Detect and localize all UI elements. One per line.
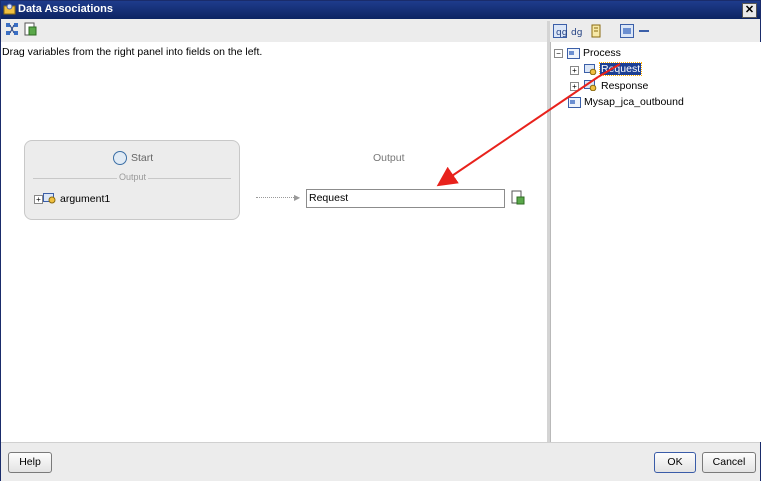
tree-item-process[interactable]: Process bbox=[583, 47, 621, 59]
expression-icon[interactable] bbox=[23, 22, 37, 36]
svg-text:dg: dg bbox=[571, 28, 582, 38]
tree-item-response[interactable]: Response bbox=[601, 80, 648, 92]
data-associations-dialog: Data Associations ✕ qg dg Drag variables… bbox=[0, 0, 761, 481]
variable-icon bbox=[584, 64, 597, 75]
expand-icon[interactable]: + bbox=[34, 195, 43, 204]
title-bar: Data Associations ✕ bbox=[1, 1, 760, 19]
output-field[interactable]: Request bbox=[306, 189, 505, 208]
connector-line bbox=[256, 197, 296, 199]
ok-button[interactable]: OK bbox=[654, 452, 696, 473]
start-icon bbox=[113, 151, 127, 165]
collapse-process-icon[interactable]: − bbox=[554, 49, 563, 58]
layout-toggle-icon[interactable] bbox=[620, 24, 634, 38]
process-icon bbox=[567, 48, 580, 59]
expression-builder-icon[interactable] bbox=[511, 190, 525, 205]
app-icon bbox=[3, 3, 16, 15]
variables-view-icon[interactable]: qg bbox=[553, 24, 567, 38]
expand-response-icon[interactable]: + bbox=[570, 82, 579, 91]
drag-hint: Drag variables from the right panel into… bbox=[2, 46, 263, 58]
output-heading: Output bbox=[373, 152, 405, 164]
source-panel: − Process + Request + Response Mysap_jca… bbox=[550, 42, 761, 442]
variable-icon bbox=[43, 193, 56, 204]
tree-item-request[interactable]: Request bbox=[598, 62, 643, 76]
window-title: Data Associations bbox=[18, 3, 113, 15]
start-label: Start bbox=[131, 152, 154, 164]
partner-link-icon bbox=[568, 97, 581, 108]
target-panel: Drag variables from the right panel into… bbox=[1, 42, 547, 442]
connector-arrow-icon: ▶ bbox=[294, 193, 301, 202]
functions-view-icon[interactable]: dg bbox=[571, 24, 585, 38]
tree-item-mysap[interactable]: Mysap_jca_outbound bbox=[584, 96, 684, 108]
button-bar: Help OK Cancel bbox=[1, 442, 760, 481]
expand-request-icon[interactable]: + bbox=[570, 66, 579, 75]
variable-icon bbox=[584, 80, 597, 91]
close-icon[interactable]: ✕ bbox=[742, 3, 757, 18]
output-separator-label: Output bbox=[117, 172, 149, 182]
svg-text:qg: qg bbox=[556, 28, 567, 38]
collapse-icon[interactable] bbox=[637, 24, 651, 38]
mapping-icon[interactable] bbox=[5, 22, 19, 36]
properties-icon[interactable] bbox=[589, 24, 603, 38]
start-activity-box: Start Output + argument1 bbox=[24, 140, 240, 220]
argument-label[interactable]: argument1 bbox=[60, 193, 110, 205]
cancel-button[interactable]: Cancel bbox=[702, 452, 756, 473]
help-button[interactable]: Help bbox=[8, 452, 52, 473]
right-toolbar: qg dg bbox=[550, 22, 760, 41]
